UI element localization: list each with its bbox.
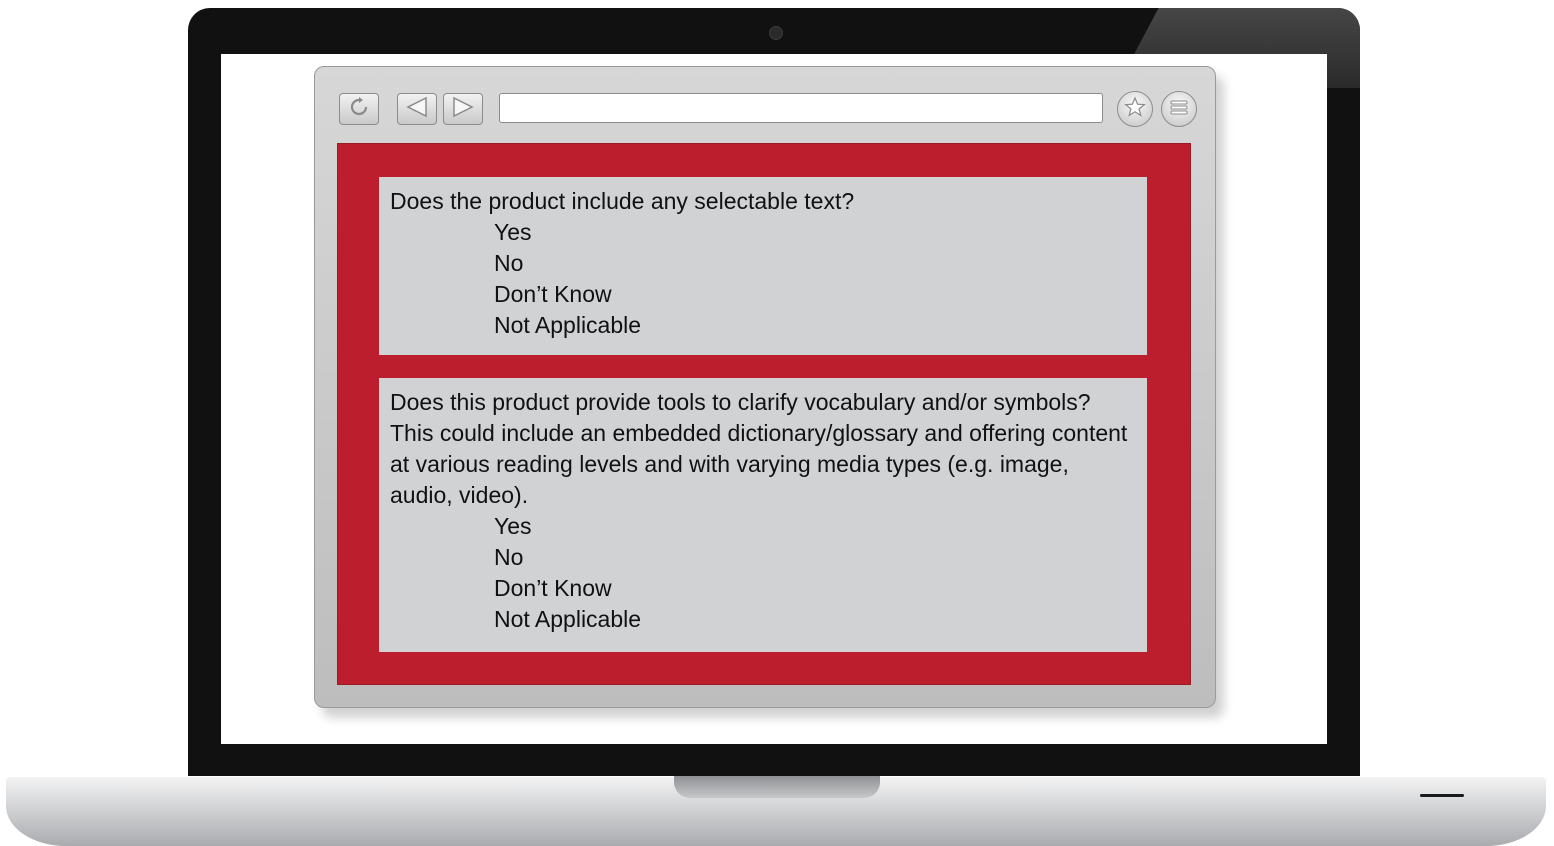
forward-button[interactable] — [443, 93, 483, 125]
answer-options: Yes No Don’t Know Not Applicable — [390, 511, 1136, 635]
star-icon — [1124, 95, 1146, 123]
question-text: Does the product include any selectable … — [390, 188, 855, 214]
bookmark-button[interactable] — [1117, 91, 1153, 127]
page-content: Does the product include any selectable … — [337, 143, 1191, 685]
option-yes[interactable]: Yes — [494, 217, 1136, 248]
question-text: Does this product provide tools to clari… — [390, 389, 1128, 508]
option-not-applicable[interactable]: Not Applicable — [494, 310, 1136, 341]
webcam — [769, 26, 783, 40]
question-card: Does this product provide tools to clari… — [379, 378, 1147, 652]
option-dont-know[interactable]: Don’t Know — [494, 573, 1136, 604]
option-no[interactable]: No — [494, 248, 1136, 279]
refresh-button[interactable] — [339, 93, 379, 125]
address-bar[interactable] — [499, 93, 1103, 123]
option-yes[interactable]: Yes — [494, 511, 1136, 542]
menu-button[interactable] — [1161, 91, 1197, 127]
option-not-applicable[interactable]: Not Applicable — [494, 604, 1136, 635]
status-indicator — [1420, 794, 1464, 797]
option-dont-know[interactable]: Don’t Know — [494, 279, 1136, 310]
forward-arrow-icon — [450, 96, 476, 122]
browser-window: Does the product include any selectable … — [314, 66, 1216, 708]
browser-toolbar — [315, 67, 1215, 145]
laptop-base — [6, 776, 1546, 846]
answer-options: Yes No Don’t Know Not Applicable — [390, 217, 1136, 341]
back-arrow-icon — [404, 96, 430, 122]
menu-icon — [1168, 96, 1190, 123]
back-button[interactable] — [397, 93, 437, 125]
refresh-icon — [348, 96, 370, 122]
option-no[interactable]: No — [494, 542, 1136, 573]
lid-notch — [674, 776, 880, 798]
question-card: Does the product include any selectable … — [379, 177, 1147, 355]
